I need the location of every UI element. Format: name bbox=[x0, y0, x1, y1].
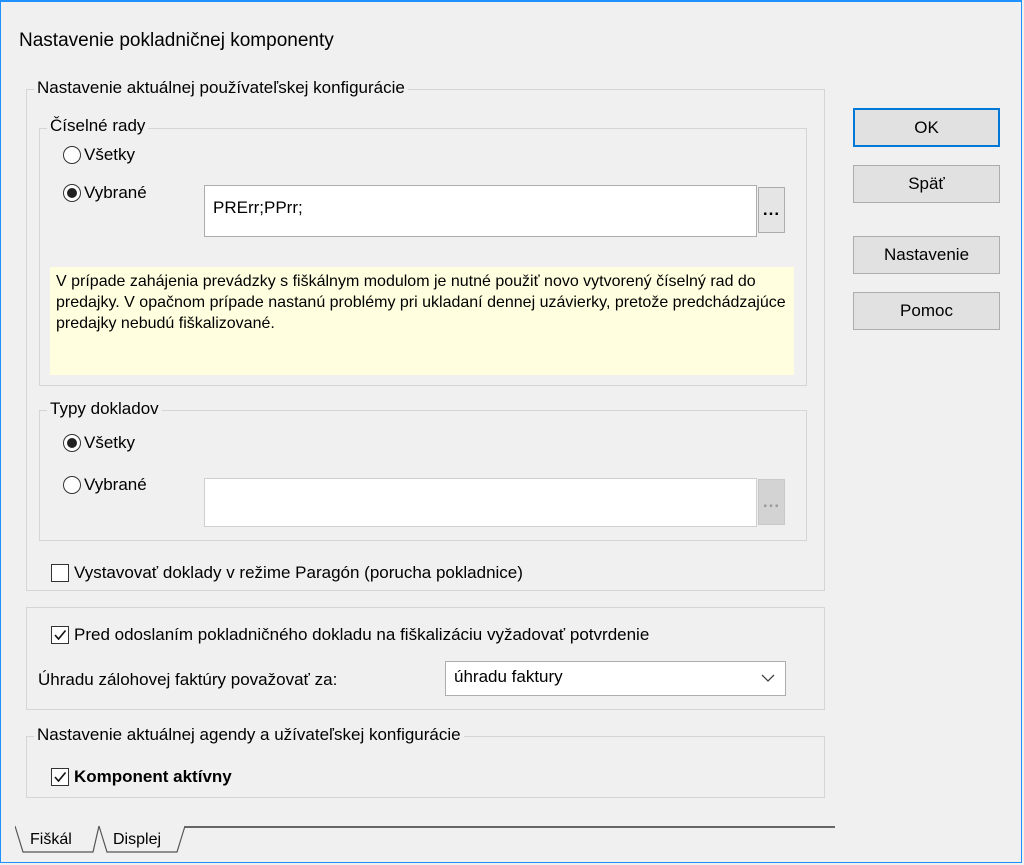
help-button[interactable]: Pomoc bbox=[853, 292, 1000, 330]
ok-button[interactable]: OK bbox=[853, 108, 1000, 147]
doc-types-all-radio[interactable] bbox=[63, 434, 81, 452]
dialog-title: Nastavenie pokladničnej komponenty bbox=[19, 30, 334, 51]
fiscal-info-note: V prípade zahájenia prevádzky s fiškálny… bbox=[50, 267, 794, 375]
agenda-legend: Nastavenie aktuálnej agendy a užívateľsk… bbox=[34, 725, 464, 745]
settings-button[interactable]: Nastavenie bbox=[853, 236, 1000, 274]
tab-display[interactable]: Displej bbox=[113, 831, 161, 849]
number-series-selected-radio[interactable] bbox=[63, 184, 81, 202]
paragon-checkbox[interactable] bbox=[51, 564, 69, 582]
number-series-legend: Číselné rady bbox=[47, 116, 149, 136]
paragon-label[interactable]: Vystavovať doklady v režime Paragón (por… bbox=[74, 563, 523, 583]
doc-types-legend: Typy dokladov bbox=[47, 399, 162, 419]
checkmark-icon bbox=[54, 771, 67, 783]
advance-invoice-value: úhradu faktury bbox=[454, 667, 563, 686]
component-active-checkbox[interactable] bbox=[51, 768, 69, 786]
number-series-input[interactable]: PRErr;PPrr; bbox=[204, 185, 757, 237]
back-button[interactable]: Späť bbox=[853, 165, 1000, 203]
advance-invoice-select[interactable]: úhradu faktury bbox=[445, 661, 786, 696]
doc-types-all-label[interactable]: Všetky bbox=[84, 433, 135, 453]
checkmark-icon bbox=[54, 629, 67, 641]
number-series-all-label[interactable]: Všetky bbox=[84, 145, 135, 165]
dialog-window: Nastavenie pokladničnej komponenty Nasta… bbox=[0, 0, 1022, 863]
advance-invoice-label: Úhradu zálohovej faktúry považovať za: bbox=[38, 670, 338, 689]
doc-types-selected-radio[interactable] bbox=[63, 476, 81, 494]
doc-types-selected-label[interactable]: Vybrané bbox=[84, 475, 147, 495]
confirm-checkbox[interactable] bbox=[51, 626, 69, 644]
doc-types-input[interactable] bbox=[204, 478, 757, 527]
user-config-legend: Nastavenie aktuálnej používateľskej konf… bbox=[34, 78, 408, 98]
number-series-browse-button[interactable]: ... bbox=[758, 187, 785, 233]
component-active-label[interactable]: Komponent aktívny bbox=[74, 767, 232, 787]
confirm-label[interactable]: Pred odoslaním pokladničného dokladu na … bbox=[74, 625, 649, 645]
chevron-down-icon bbox=[761, 674, 775, 682]
doc-types-browse-button[interactable]: ... bbox=[758, 479, 785, 525]
number-series-selected-label[interactable]: Vybrané bbox=[84, 183, 147, 203]
number-series-all-radio[interactable] bbox=[63, 146, 81, 164]
tab-fiscal[interactable]: Fiškál bbox=[30, 831, 72, 849]
